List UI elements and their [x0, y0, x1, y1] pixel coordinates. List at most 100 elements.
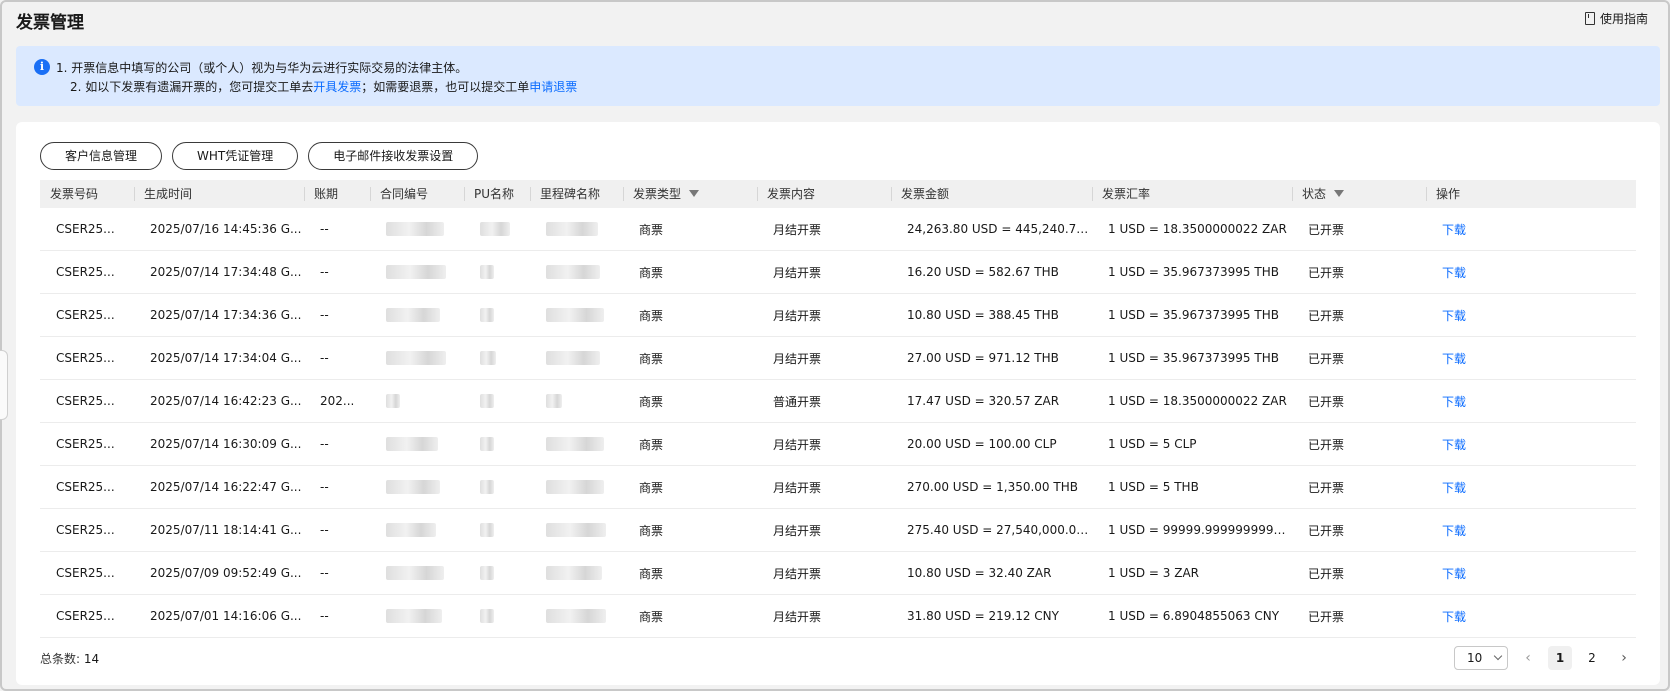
col-contract-no: 合同编号 — [370, 180, 464, 208]
cell-invoice-type: 商票 — [639, 222, 664, 237]
cell-invoice-no: CSER25... — [56, 222, 115, 236]
refund-invoice-link[interactable]: 申请退票 — [529, 80, 577, 94]
col-invoice-no: 发票号码 — [50, 187, 99, 201]
cell-invoice-amount: 10.80 USD = 32.40 ZAR — [907, 566, 1052, 580]
cell-invoice-content: 月结开票 — [773, 351, 822, 366]
redacted-milestone — [546, 265, 600, 280]
page-1-button[interactable]: 1 — [1548, 646, 1572, 670]
download-link[interactable]: 下载 — [1442, 481, 1466, 495]
cell-invoice-content: 普通开票 — [773, 394, 822, 409]
cell-invoice-type: 商票 — [639, 437, 664, 452]
download-link[interactable]: 下载 — [1442, 610, 1466, 624]
cell-pu-name — [464, 523, 530, 538]
total-count: 总条数: 14 — [40, 650, 99, 667]
email-invoice-settings-button[interactable]: 电子邮件接收发票设置 — [308, 142, 479, 170]
cell-status: 已开票 — [1308, 609, 1345, 624]
redacted-pu — [480, 308, 494, 323]
download-link[interactable]: 下载 — [1442, 223, 1466, 237]
redacted-milestone — [546, 394, 562, 409]
cell-milestone — [530, 480, 623, 495]
download-link[interactable]: 下载 — [1442, 567, 1466, 581]
cell-period: -- — [320, 523, 329, 537]
cell-invoice-amount: 27.00 USD = 971.12 THB — [907, 351, 1059, 365]
cell-invoice-content: 月结开票 — [773, 566, 822, 581]
cell-invoice-content: 月结开票 — [773, 437, 822, 452]
cell-period: -- — [320, 222, 329, 236]
cell-contract-no — [370, 265, 464, 280]
cell-invoice-no: CSER25... — [56, 265, 115, 279]
sidebar-collapse-handle[interactable] — [0, 350, 8, 420]
cell-actions: 下载 — [1426, 221, 1636, 238]
filter-icon[interactable] — [689, 190, 700, 197]
redacted-contract — [386, 480, 440, 495]
cell-exchange-rate: 1 USD = 5 THB — [1108, 480, 1199, 494]
book-icon — [1584, 12, 1595, 25]
redacted-pu — [480, 523, 494, 538]
col-exchange-rate: 发票汇率 — [1092, 180, 1292, 208]
cell-created-time: 2025/07/14 17:34:36 G... — [150, 308, 302, 322]
invoice-table: 发票号码 生成时间 账期 合同编号 PU名称 里程碑名称 发票类型 发票内容 发… — [40, 180, 1636, 638]
cell-invoice-amount: 270.00 USD = 1,350.00 THB — [907, 480, 1078, 494]
cell-created-time: 2025/07/14 16:30:09 G... — [150, 437, 302, 451]
toolbar: 客户信息管理 WHT凭证管理 电子邮件接收发票设置 — [40, 142, 479, 170]
table-row: CSER25... 2025/07/09 09:52:49 G... -- 商票 月结开… — [40, 552, 1636, 595]
cell-pu-name — [464, 222, 530, 237]
cell-exchange-rate: 1 USD = 35.967373995 THB — [1108, 308, 1279, 322]
cell-invoice-amount: 20.00 USD = 100.00 CLP — [907, 437, 1057, 451]
col-invoice-content: 发票内容 — [757, 180, 891, 208]
cell-contract-no — [370, 566, 464, 581]
prev-page-icon[interactable]: ‹ — [1516, 646, 1540, 670]
redacted-contract — [386, 265, 446, 280]
cell-invoice-amount: 24,263.80 USD = 445,240.73... — [907, 222, 1092, 236]
col-status[interactable]: 状态 — [1292, 180, 1426, 208]
table-header: 发票号码 生成时间 账期 合同编号 PU名称 里程碑名称 发票类型 发票内容 发… — [40, 180, 1636, 208]
cell-contract-no — [370, 222, 464, 237]
next-page-icon[interactable]: › — [1612, 646, 1636, 670]
cell-invoice-no: CSER25... — [56, 480, 115, 494]
guide-label: 使用指南 — [1599, 12, 1648, 26]
cell-milestone — [530, 351, 623, 366]
cell-invoice-amount: 275.40 USD = 27,540,000.00... — [907, 523, 1092, 537]
cell-invoice-type: 商票 — [639, 609, 664, 624]
col-pu-name: PU名称 — [464, 180, 530, 208]
customer-info-button[interactable]: 客户信息管理 — [40, 142, 163, 170]
cell-status: 已开票 — [1308, 394, 1345, 409]
total-value: 14 — [83, 652, 100, 666]
cell-contract-no — [370, 351, 464, 366]
download-link[interactable]: 下载 — [1442, 309, 1466, 323]
notice-line-2: 2. 如以下发票有遗漏开票的，您可提交工单去开具发票；如需要退票，也可以提交工单… — [56, 78, 1660, 97]
invoice-card: 客户信息管理 WHT凭证管理 电子邮件接收发票设置 发票号码 生成时间 账期 合… — [16, 122, 1660, 685]
cell-invoice-no: CSER25... — [56, 609, 115, 623]
cell-exchange-rate: 1 USD = 35.967373995 THB — [1108, 265, 1279, 279]
download-link[interactable]: 下载 — [1442, 266, 1466, 280]
download-link[interactable]: 下载 — [1442, 524, 1466, 538]
cell-contract-no — [370, 523, 464, 538]
redacted-milestone — [546, 566, 602, 581]
cell-invoice-type: 商票 — [639, 480, 664, 495]
page-size-select[interactable]: 10 — [1454, 646, 1508, 670]
wht-certificate-button[interactable]: WHT凭证管理 — [172, 142, 299, 170]
cell-created-time: 2025/07/11 18:14:41 G... — [150, 523, 302, 537]
col-invoice-type[interactable]: 发票类型 — [623, 180, 757, 208]
guide-link[interactable]: 使用指南 — [1584, 10, 1648, 27]
cell-invoice-content: 月结开票 — [773, 222, 822, 237]
cell-status: 已开票 — [1308, 523, 1345, 538]
cell-actions: 下载 — [1426, 522, 1636, 539]
download-link[interactable]: 下载 — [1442, 395, 1466, 409]
filter-icon[interactable] — [1334, 190, 1345, 197]
cell-invoice-no: CSER25... — [56, 437, 115, 451]
download-link[interactable]: 下载 — [1442, 352, 1466, 366]
cell-invoice-no: CSER25... — [56, 308, 115, 322]
page-2-button[interactable]: 2 — [1580, 646, 1604, 670]
cell-actions: 下载 — [1426, 479, 1636, 496]
cell-invoice-no: CSER25... — [56, 566, 115, 580]
table-row: CSER25... 2025/07/14 16:22:47 G... -- 商票 月结开… — [40, 466, 1636, 509]
cell-contract-no — [370, 609, 464, 624]
page-title: 发票管理 — [16, 13, 84, 33]
cell-status: 已开票 — [1308, 351, 1345, 366]
download-link[interactable]: 下载 — [1442, 438, 1466, 452]
issue-invoice-link[interactable]: 开具发票 — [313, 80, 361, 94]
cell-status: 已开票 — [1308, 265, 1345, 280]
cell-created-time: 2025/07/14 17:34:48 G... — [150, 265, 302, 279]
redacted-pu — [480, 609, 494, 624]
